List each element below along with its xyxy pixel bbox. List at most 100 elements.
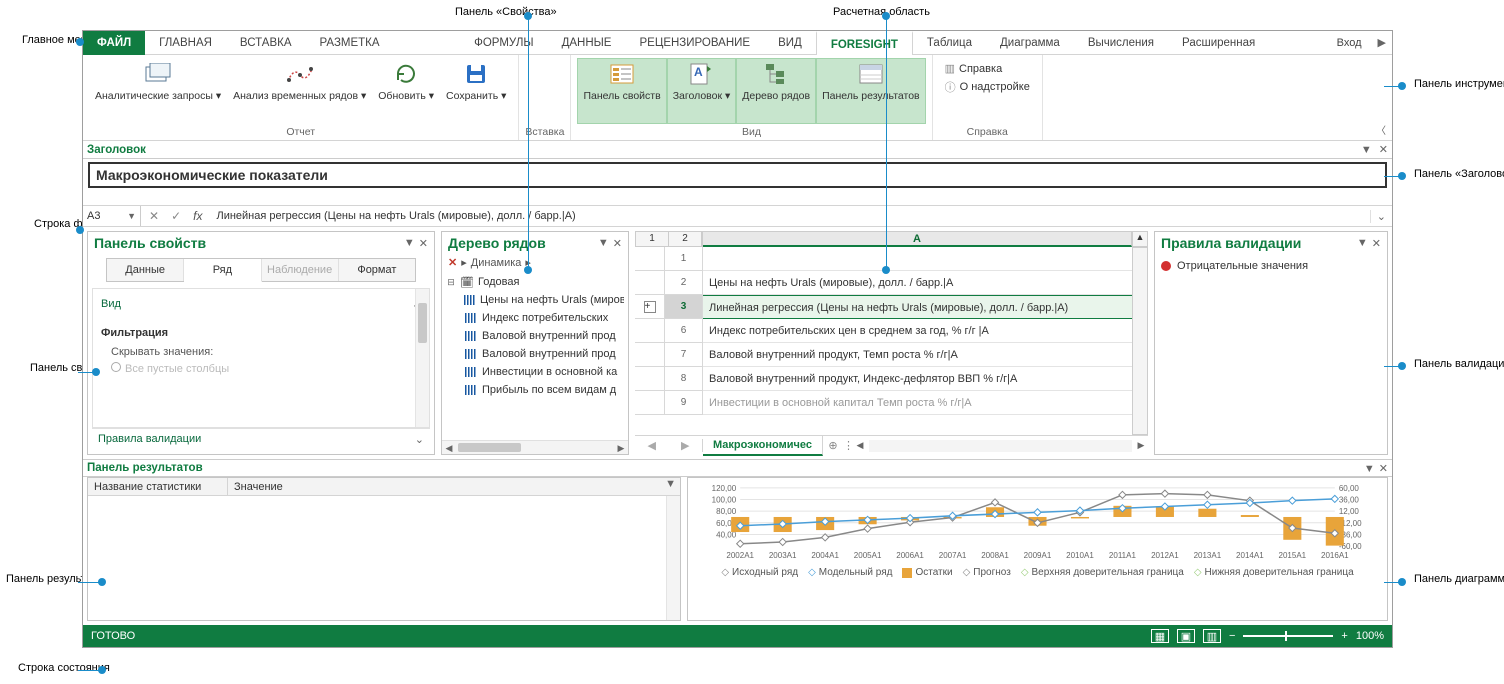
tree-item[interactable]: Прибыль по всем видам д [446,381,624,399]
sheet-vscroll-top[interactable]: ▲ [1132,231,1148,247]
callout-props-top: Панель «Свойства» [455,6,557,18]
props-scrollbar[interactable] [415,289,429,427]
queries-button[interactable]: Аналитические запросы ▾ [89,58,227,124]
tree-item[interactable]: Валовой внутренний прод [446,345,624,363]
table-row[interactable]: 7Валовой внутренний продукт, Темп роста … [635,343,1132,367]
clear-icon[interactable]: ✕ [448,256,457,269]
results-col-stat: Название статистики [88,478,228,495]
sheet-tab[interactable]: Макроэкономичес [703,436,823,456]
title-panel-label: Заголовок [87,144,146,156]
props-tab-data[interactable]: Данные [107,259,184,281]
zoom-in-icon[interactable]: + [1341,630,1347,642]
panel-menu-icon[interactable]: ▼ [598,237,609,250]
formula-input[interactable]: Линейная регрессия (Цены на нефть Urals … [210,210,1369,222]
login-link[interactable]: Вход [1327,37,1372,49]
tab-analytics[interactable]: Расширенная аналитика [1168,31,1327,55]
view-page-icon[interactable]: ▣ [1177,629,1195,643]
props-tab-series[interactable]: Ряд [184,259,261,282]
sheet-add-icon[interactable]: ⊕ [823,439,843,452]
panel-close-icon[interactable]: ✕ [1372,237,1381,250]
tab-view[interactable]: ВИД [764,31,816,55]
series-icon [464,366,478,378]
results-toggle-button[interactable]: Панель результатов [816,58,926,124]
table-row[interactable]: 9Инвестиции в основной капитал Темп рост… [635,391,1132,415]
tab-calc[interactable]: Вычисления [1074,31,1168,55]
results-dropdown-icon[interactable]: ▼ [661,478,680,495]
group-insert-label: Вставка [525,124,564,140]
header-toggle-button[interactable]: A Заголовок ▾ [667,58,737,124]
help-button[interactable]: ▥ Справка [943,60,1032,77]
tree-item[interactable]: Инвестиции в основной ка [446,363,624,381]
group-view-label: Вид [577,124,925,140]
ribbon-collapse-icon[interactable]: 〈 [1376,122,1386,137]
tab-formulas[interactable]: ФОРМУЛЫ [460,31,547,55]
tree-item[interactable]: Валовой внутренний прод [446,327,624,345]
results-icon [857,60,885,88]
tree-hscroll[interactable]: ◀▶ [442,440,628,454]
table-row[interactable]: +3Линейная регрессия (Цены на нефть Ural… [635,295,1132,319]
tree-body: ⊟ 🗓 Годовая Цены на нефть Urals (мировые… [442,271,628,440]
save-button[interactable]: Сохранить ▾ [440,58,512,124]
all-empty-radio[interactable]: Все пустые столбцы [99,362,423,375]
crumb-item[interactable]: Динамика [471,257,522,269]
collapse-icon[interactable]: ⊟ [446,277,456,288]
tab-data[interactable]: ДАННЫЕ [548,31,626,55]
tab-file[interactable]: ФАЙЛ [83,31,145,55]
svg-text:2014A1: 2014A1 [1236,551,1264,560]
timeseries-button[interactable]: Анализ временных рядов ▾ [227,58,372,124]
panel-menu-icon[interactable]: ▼ [404,237,415,250]
view-break-icon[interactable]: ▥ [1203,629,1221,643]
zoom-slider[interactable] [1243,635,1333,637]
column-header-a[interactable]: A [703,231,1132,247]
fx-icon[interactable]: fx [193,209,202,223]
title-close-icon[interactable]: ✕ [1379,144,1388,156]
tree-item[interactable]: Цены на нефть Urals (мировые) [446,291,624,309]
tab-home[interactable]: ГЛАВНАЯ [145,31,226,55]
sheet-area: 12 A ▲ 12Цены на нефть Urals (мировые), … [635,231,1148,455]
props-footer[interactable]: Правила валидации ⌄ [92,428,430,450]
panel-close-icon[interactable]: ✕ [613,237,622,250]
sheet-nav-next[interactable]: ▶ [669,439,703,452]
tab-table[interactable]: Таблица [913,31,986,55]
tab-diagram[interactable]: Диаграмма [986,31,1074,55]
table-row[interactable]: 8Валовой внутренний продукт, Индекс-дефл… [635,367,1132,391]
outline-levels[interactable]: 12 [635,231,703,247]
tab-insert[interactable]: ВСТАВКА [226,31,306,55]
panel-close-icon[interactable]: ✕ [1379,463,1388,475]
sheet-vscroll[interactable] [1132,247,1148,435]
cancel-icon[interactable]: ✕ [149,209,159,223]
props-tab-format[interactable]: Формат [339,259,415,281]
tree-root[interactable]: ⊟ 🗓 Годовая [446,273,624,291]
tree-item[interactable]: Индекс потребительских [446,309,624,327]
title-input[interactable]: Макроэкономические показатели [88,162,1387,188]
props-toggle-button[interactable]: Панель свойств [577,58,666,124]
group-report-label: Отчет [89,124,512,140]
panel-menu-icon[interactable]: ▼ [1364,463,1375,475]
panel-menu-icon[interactable]: ▼ [1357,237,1368,250]
view-normal-icon[interactable]: ▦ [1151,629,1169,643]
zoom-out-icon[interactable]: − [1229,630,1235,642]
tab-review[interactable]: РЕЦЕНЗИРОВАНИЕ [625,31,764,55]
tab-layout[interactable]: РАЗМЕТКА СТРАНИЦЫ [306,31,461,55]
about-button[interactable]: ⓘ О надстройке [943,77,1032,97]
formula-expand-icon[interactable]: ⌄ [1370,210,1392,223]
props-section-view[interactable]: Вид ⌄ [99,295,423,314]
tree-toggle-button[interactable]: Дерево рядов [736,58,816,124]
table-row[interactable]: 2Цены на нефть Urals (мировые), долл. / … [635,271,1132,295]
refresh-button[interactable]: Обновить ▾ [372,58,440,124]
sheet-nav-prev[interactable]: ◀ [635,439,669,452]
tree-breadcrumb: ✕ ▸ Динамика ▸ [442,254,628,271]
results-scrollbar[interactable] [666,496,680,620]
sheet-hscroll[interactable]: ◀▶ [853,440,1148,452]
accept-icon[interactable]: ✓ [171,209,181,223]
validation-rule-item[interactable]: Отрицательные значения [1161,260,1381,272]
queries-icon [144,60,172,88]
hide-values-label: Скрывать значения: [99,346,423,358]
tab-overflow-icon[interactable]: ▶ [1372,36,1392,49]
table-row[interactable]: 6Индекс потребительских цен в среднем за… [635,319,1132,343]
svg-text:2011A1: 2011A1 [1109,551,1137,560]
name-box[interactable]: A3 ▼ [83,206,141,226]
title-dropdown-icon[interactable]: ▼ [1361,144,1372,156]
panel-close-icon[interactable]: ✕ [419,237,428,250]
tab-foresight[interactable]: FORESIGHT [816,31,913,56]
